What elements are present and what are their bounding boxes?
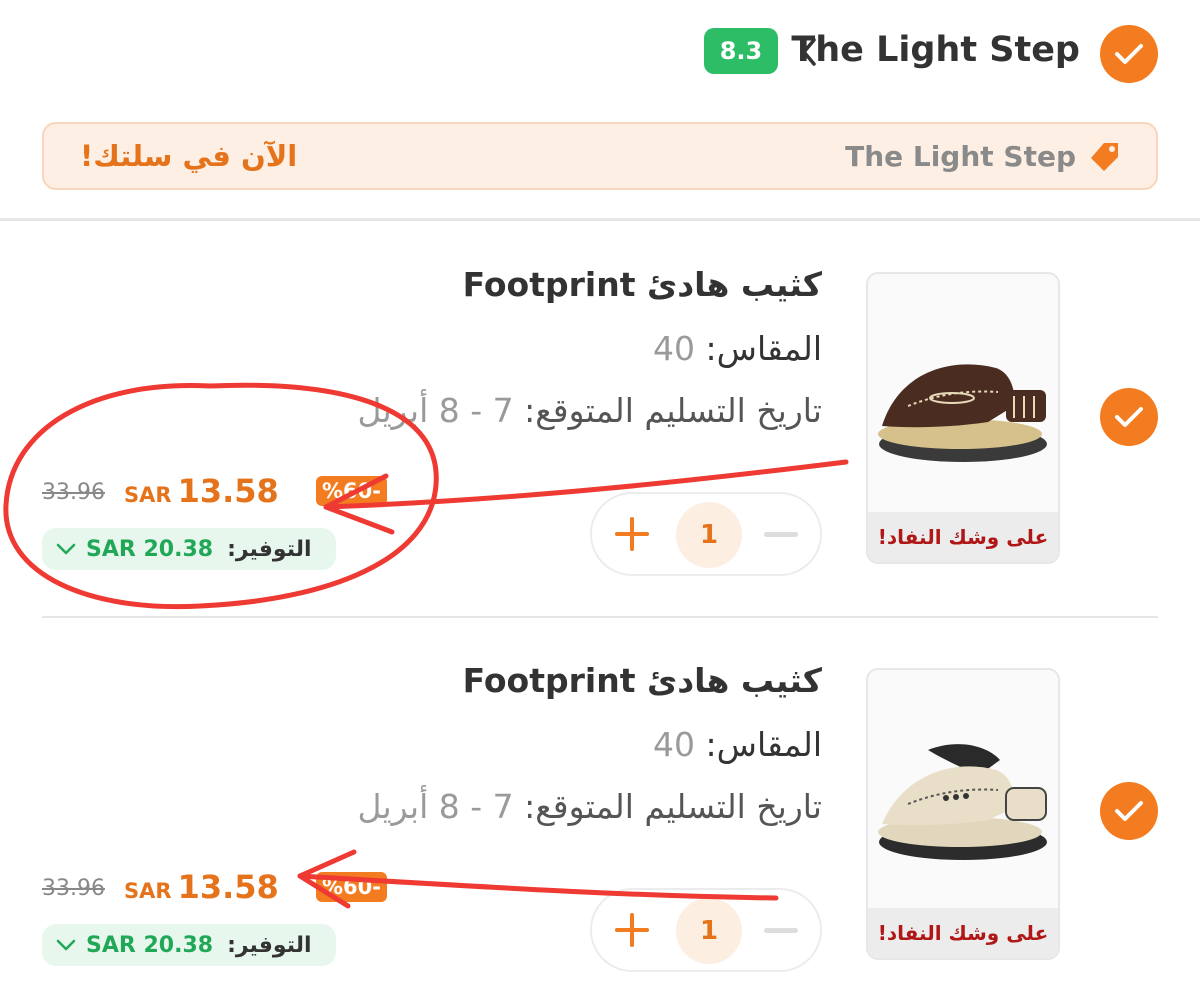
store-name[interactable]: The Light Step [791,26,1080,74]
sandal-image [878,744,1047,860]
product-size: المقاس: 40 [653,722,822,768]
discount-badge: %60- [316,476,387,506]
price-row: 33.96 SAR 13.58 %60- [42,472,387,516]
product-name: كثيب هادئ [646,265,822,304]
check-icon [1115,44,1143,64]
delivery-estimate: تاريخ التسليم المتوقع: 7 - 8 أبريل [358,388,823,434]
low-stock-badge: على وشك النفاد! [868,512,1058,562]
original-price: 33.96 [42,876,105,901]
saving-toggle[interactable]: SAR 20.38 التوفير: [42,528,336,570]
check-icon [1115,801,1143,821]
cart-item: على وشك النفاد! كثيب هادئ Footprint المق… [0,618,1200,972]
product-brand: Footprint [462,661,636,700]
sandal-image [878,364,1047,462]
product-title[interactable]: كثيب هادئ Footprint [463,658,822,704]
quantity-stepper: 1 [590,888,822,972]
price-amount: 13.58 [177,472,279,510]
saving-toggle[interactable]: SAR 20.38 التوفير: [42,924,336,966]
sale-price: SAR 13.58 [124,868,279,906]
saving-label: التوفير: [227,536,312,562]
product-image[interactable]: على وشك النفاد! [866,668,1060,960]
delivery-label: تاريخ التسليم المتوقع: [524,391,822,430]
check-icon [1115,407,1143,427]
store-select-checkbox[interactable] [1100,25,1158,83]
quantity-value[interactable]: 1 [676,898,742,964]
chevron-left-icon[interactable] [796,34,822,70]
price-amount: 13.58 [177,868,279,906]
discount-badge: %60- [316,872,387,902]
divider [0,218,1200,221]
delivery-value: 7 - 8 أبريل [357,787,514,826]
product-brand: Footprint [462,265,636,304]
saving-amount: SAR 20.38 [86,932,214,958]
product-name: كثيب هادئ [646,661,822,700]
size-value: 40 [653,329,696,368]
size-label: المقاس: [705,329,822,368]
chevron-down-icon [56,543,76,555]
minus-icon[interactable] [764,532,798,537]
quantity-stepper: 1 [590,492,822,576]
banner-message: الآن في سلتك! [80,139,298,173]
delivery-estimate: تاريخ التسليم المتوقع: 7 - 8 أبريل [358,784,823,830]
original-price: 33.96 [42,480,105,505]
size-value: 40 [653,725,696,764]
product-image[interactable]: على وشك النفاد! [866,272,1060,564]
quantity-value[interactable]: 1 [676,502,742,568]
delivery-label: تاريخ التسليم المتوقع: [524,787,822,826]
plus-icon[interactable] [614,516,650,552]
item-select-checkbox[interactable] [1100,388,1158,446]
low-stock-badge: على وشك النفاد! [868,908,1058,958]
banner-store-name: The Light Step [845,140,1076,173]
cart-item: على وشك النفاد! كثيب هادئ Footprint المق… [0,222,1200,576]
saving-amount: SAR 20.38 [86,536,214,562]
product-size: المقاس: 40 [653,326,822,372]
cart-notice-banner: The Light Step الآن في سلتك! [42,122,1158,190]
product-title[interactable]: كثيب هادئ Footprint [463,262,822,308]
price-row: 33.96 SAR 13.58 %60- [42,868,387,912]
size-label: المقاس: [705,725,822,764]
chevron-down-icon [56,939,76,951]
delivery-value: 7 - 8 أبريل [357,391,514,430]
item-select-checkbox[interactable] [1100,782,1158,840]
currency: SAR [124,483,172,507]
store-rating-badge: 8.3 [704,28,778,74]
sale-price: SAR 13.58 [124,472,279,510]
plus-icon[interactable] [614,912,650,948]
tag-icon [1091,143,1118,171]
saving-label: التوفير: [227,932,312,958]
currency: SAR [124,879,172,903]
minus-icon[interactable] [764,928,798,933]
